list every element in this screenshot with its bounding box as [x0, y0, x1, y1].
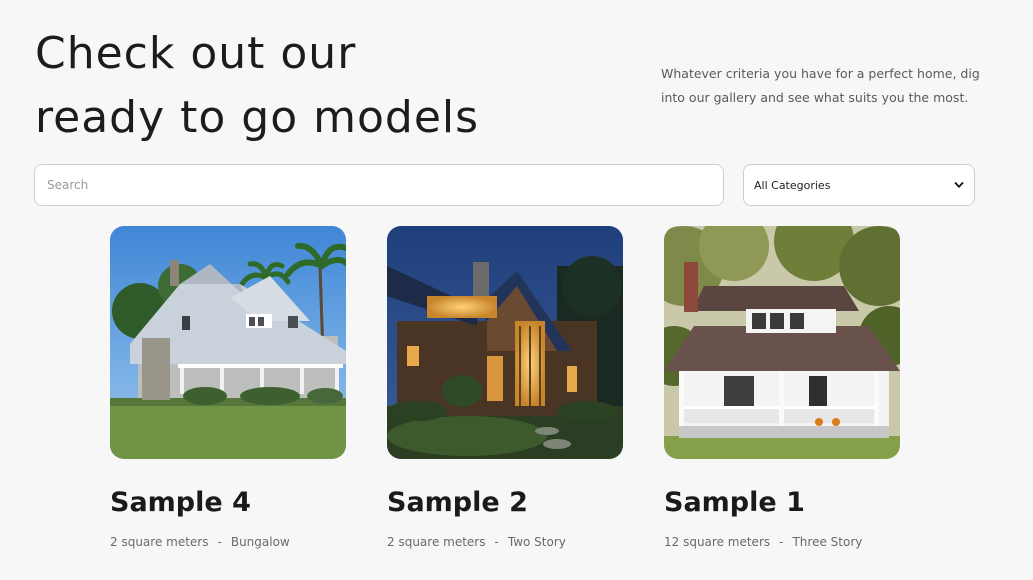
model-name[interactable]: Sample 4	[110, 485, 346, 521]
model-name[interactable]: Sample 1	[664, 485, 900, 521]
model-name[interactable]: Sample 2	[387, 485, 623, 521]
page-title: Check out our ready to go models	[35, 22, 555, 150]
model-card[interactable]: Sample 1 12 square meters - Three Story	[664, 226, 900, 549]
meta-separator: -	[779, 535, 784, 549]
meta-separator: -	[494, 535, 499, 549]
model-type: Bungalow	[230, 535, 290, 549]
model-meta: 2 square meters - Two Story	[387, 535, 623, 549]
model-image-bungalow[interactable]	[110, 226, 346, 459]
model-meta: 12 square meters - Three Story	[664, 535, 900, 549]
model-card[interactable]: Sample 4 2 square meters - Bungalow	[110, 226, 346, 549]
page-title-line-2: ready to go models	[35, 92, 480, 143]
model-type: Two Story	[507, 535, 566, 549]
model-type: Three Story	[792, 535, 863, 549]
search-input[interactable]	[34, 164, 724, 206]
model-image-three-story[interactable]	[664, 226, 900, 459]
model-area: 2 square meters	[387, 535, 486, 549]
category-select[interactable]: All Categories	[743, 164, 975, 206]
model-area: 12 square meters	[664, 535, 771, 549]
models-page: Check out our ready to go models Whateve…	[0, 0, 1033, 580]
category-select-value: All Categories	[754, 178, 831, 192]
meta-separator: -	[217, 535, 222, 549]
model-area: 2 square meters	[110, 535, 209, 549]
page-description: Whatever criteria you have for a perfect…	[661, 66, 980, 105]
page-title-line-1: Check out our	[35, 28, 357, 79]
model-meta: 2 square meters - Bungalow	[110, 535, 346, 549]
model-card[interactable]: Sample 2 2 square meters - Two Story	[387, 226, 623, 549]
model-image-two-story[interactable]	[387, 226, 623, 459]
chevron-down-icon	[954, 182, 964, 188]
